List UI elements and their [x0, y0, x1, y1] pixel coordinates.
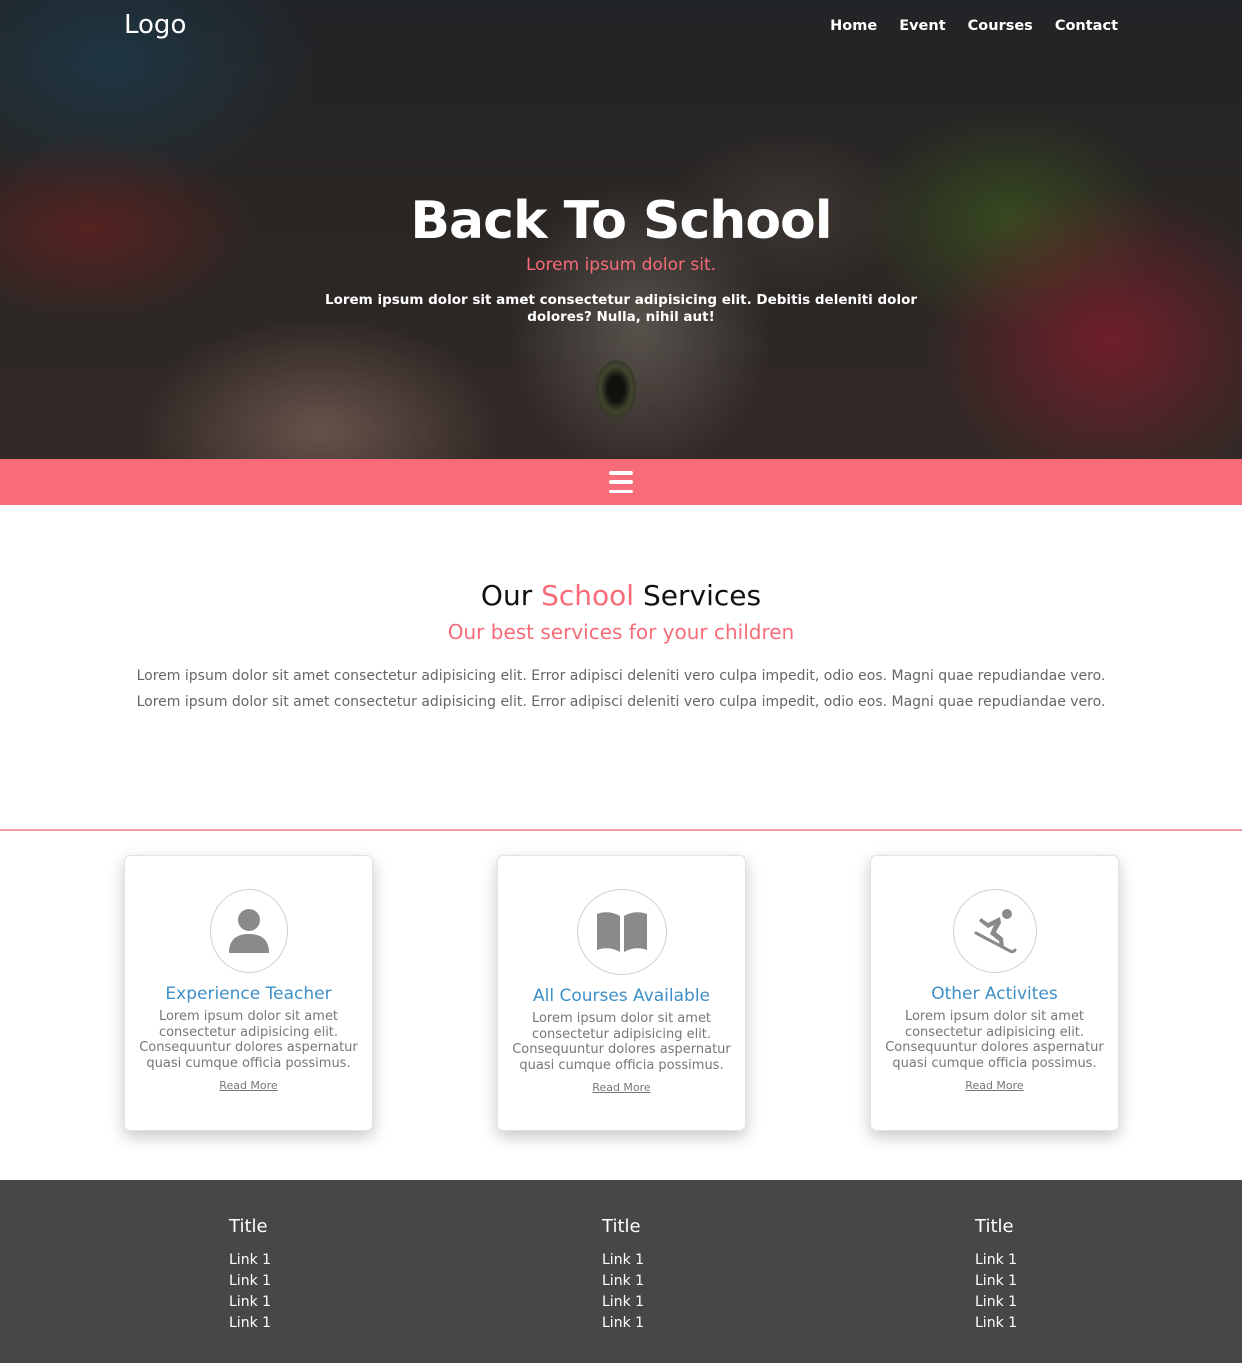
hamburger-line	[609, 471, 633, 475]
footer-link[interactable]: Link 1	[229, 1292, 329, 1313]
card-text: Lorem ipsum dolor sit amet consectetur a…	[885, 1009, 1104, 1071]
services-paragraph: Lorem ipsum dolor sit amet consectetur a…	[0, 663, 1242, 715]
footer-link[interactable]: Link 1	[229, 1313, 329, 1334]
nav-menu: Home Event Courses Contact	[830, 18, 1118, 34]
read-more-link[interactable]: Read More	[592, 1081, 650, 1094]
hero-title: Back To School	[410, 191, 832, 251]
footer-column: Title Link 1 Link 1 Link 1 Link 1	[602, 1216, 702, 1334]
footer-column-title: Title	[602, 1216, 641, 1237]
services-title: Our School Services	[0, 579, 1242, 613]
footer-link[interactable]: Link 1	[229, 1271, 329, 1292]
services-section: Our School Services Our best services fo…	[0, 505, 1242, 779]
card-icon-circle	[576, 889, 667, 975]
footer-link[interactable]: Link 1	[975, 1250, 1075, 1271]
nav-item-home[interactable]: Home	[830, 18, 877, 34]
site-footer: Title Link 1 Link 1 Link 1 Link 1 Title …	[0, 1180, 1242, 1363]
footer-link[interactable]: Link 1	[229, 1250, 329, 1271]
read-more-link[interactable]: Read More	[965, 1079, 1023, 1092]
nav-item-contact[interactable]: Contact	[1055, 18, 1118, 34]
footer-link[interactable]: Link 1	[975, 1292, 1075, 1313]
card-text: Lorem ipsum dolor sit amet consectetur a…	[512, 1011, 731, 1073]
hero-content: Back To School Lorem ipsum dolor sit. Lo…	[0, 188, 1242, 326]
card-icon-circle	[952, 889, 1037, 973]
hero-description: Lorem ipsum dolor sit amet consectetur a…	[324, 292, 918, 325]
footer-column-title: Title	[975, 1216, 1014, 1237]
site-logo[interactable]: Logo	[124, 10, 186, 40]
footer-column-title: Title	[229, 1216, 268, 1237]
service-card-activities: Other Activites Lorem ipsum dolor sit am…	[870, 855, 1119, 1131]
user-icon	[228, 909, 269, 953]
services-paragraph-line-2: Lorem ipsum dolor sit amet consectetur a…	[136, 694, 1106, 710]
card-title: Other Activites	[931, 984, 1058, 1004]
skiing-icon	[974, 909, 1016, 954]
menu-toggle-bar	[0, 459, 1242, 505]
footer-link[interactable]: Link 1	[975, 1271, 1075, 1292]
hamburger-line	[609, 489, 633, 493]
footer-link[interactable]: Link 1	[602, 1271, 702, 1292]
footer-link[interactable]: Link 1	[602, 1292, 702, 1313]
footer-link[interactable]: Link 1	[602, 1313, 702, 1334]
services-title-after: Services	[634, 579, 762, 612]
card-text: Lorem ipsum dolor sit amet consectetur a…	[139, 1009, 358, 1071]
footer-link[interactable]: Link 1	[975, 1313, 1075, 1334]
hamburger-menu-icon[interactable]	[609, 471, 633, 493]
service-card-courses: All Courses Available Lorem ipsum dolor …	[497, 855, 746, 1131]
services-subtitle: Our best services for your children	[447, 620, 795, 644]
read-more-link[interactable]: Read More	[219, 1079, 277, 1092]
services-title-before: Our	[480, 579, 542, 612]
book-icon	[596, 912, 647, 952]
hamburger-line	[609, 480, 633, 484]
card-title: Experience Teacher	[165, 984, 332, 1004]
nav-item-event[interactable]: Event	[899, 18, 945, 34]
top-navigation: Logo Home Event Courses Contact	[0, 0, 1242, 58]
hero-subtitle: Lorem ipsum dolor sit.	[525, 255, 717, 275]
hero-banner: Logo Home Event Courses Contact Back To …	[0, 0, 1242, 459]
card-icon-circle	[209, 889, 288, 973]
nav-item-courses[interactable]: Courses	[968, 18, 1033, 34]
card-title: All Courses Available	[532, 986, 711, 1006]
service-card-teacher: Experience Teacher Lorem ipsum dolor sit…	[124, 855, 373, 1131]
footer-link[interactable]: Link 1	[602, 1250, 702, 1271]
footer-column: Title Link 1 Link 1 Link 1 Link 1	[229, 1216, 329, 1334]
services-paragraph-line-1: Lorem ipsum dolor sit amet consectetur a…	[136, 668, 1106, 684]
service-cards: Experience Teacher Lorem ipsum dolor sit…	[0, 831, 1242, 1180]
footer-column: Title Link 1 Link 1 Link 1 Link 1	[975, 1216, 1075, 1334]
services-title-accent: School	[541, 579, 635, 612]
